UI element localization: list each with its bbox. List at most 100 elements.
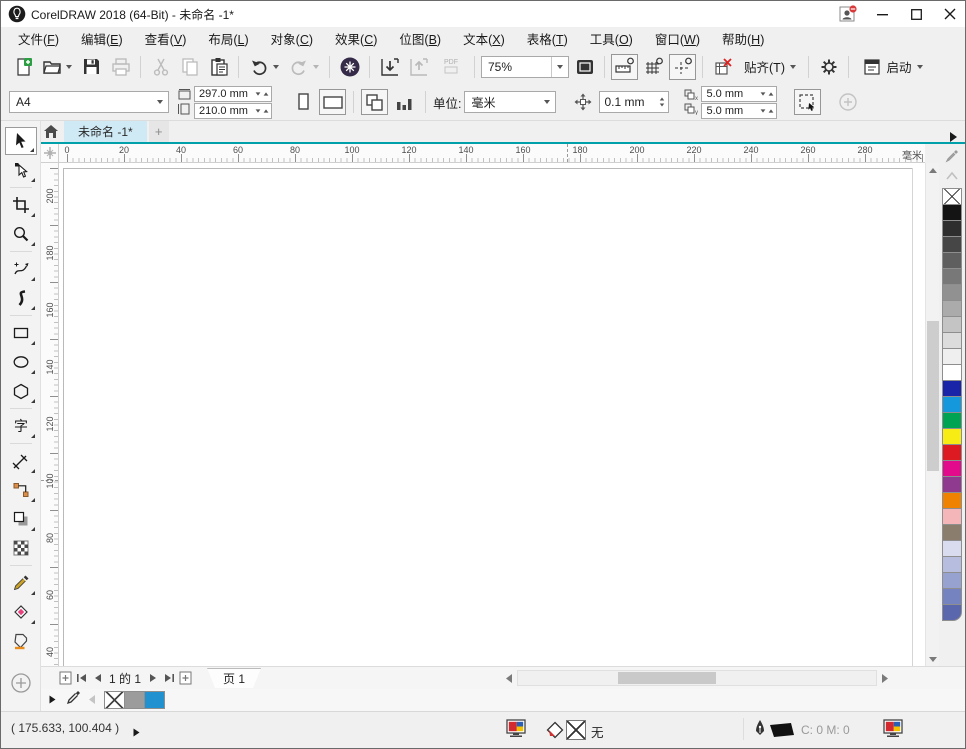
menu-C-对象[interactable]: 对象(C) [260,26,324,51]
show-guidelines-toggle[interactable] [669,54,696,80]
snap-off-icon[interactable] [709,54,736,80]
docpalette-eyedropper-icon[interactable] [66,690,81,710]
first-page-button[interactable] [73,669,89,687]
palette-swatch-white[interactable] [942,364,962,381]
previous-page-button[interactable] [89,669,105,687]
undo-button[interactable] [245,54,283,80]
crop-tool[interactable] [5,191,37,219]
vertical-scrollbar[interactable] [925,163,939,666]
color-management-icon[interactable] [883,719,903,743]
artistic-media-tool[interactable] [5,284,37,312]
add-page-before-button[interactable] [57,669,73,687]
nudge-offset-field[interactable]: 0.1 mm [599,91,669,113]
scroll-right-arrow[interactable] [877,669,893,687]
palette-swatch-pink[interactable] [942,508,962,525]
palette-swatch-purple[interactable] [942,476,962,493]
page-width-field[interactable]: 297.0 mm [194,86,272,102]
palette-swatch-cyan[interactable] [942,396,962,413]
menu-L-布局[interactable]: 布局(L) [197,26,259,51]
menu-V-查看[interactable]: 查看(V) [134,26,198,51]
menu-W-窗口[interactable]: 窗口(W) [644,26,711,51]
show-grid-toggle[interactable] [640,54,667,80]
minimize-button[interactable] [865,2,899,26]
palette-swatch-pale-periwinkle[interactable] [942,540,962,557]
horizontal-scroll-thumb[interactable] [618,672,716,684]
palette-swatch-70%-black[interactable] [942,252,962,269]
document-palette-swatch-blue[interactable] [144,691,165,709]
export-button[interactable] [405,54,432,80]
horizontal-scrollbar[interactable] [501,669,937,687]
polygon-tool[interactable] [5,377,37,405]
palette-swatch-dark-periwinkle[interactable] [942,588,962,605]
parallel-dimension-tool[interactable] [5,447,37,475]
scroll-up-arrow[interactable] [926,163,940,177]
document-palette-swatch-gray[interactable] [124,691,145,709]
palette-swatch-80%-black[interactable] [942,236,962,253]
treat-as-filled-toggle[interactable] [794,89,821,115]
drop-shadow-tool[interactable] [5,505,37,533]
palette-swatch-magenta[interactable] [942,460,962,477]
save-button[interactable] [78,54,105,80]
page-size-combo[interactable]: A4 [9,91,169,113]
statusbar-flyout-arrow[interactable] [133,724,140,742]
menu-H-帮助[interactable]: 帮助(H) [711,26,775,51]
smart-fill-tool[interactable] [5,627,37,655]
redo-button[interactable] [285,54,323,80]
paste-button[interactable] [205,54,232,80]
freehand-tool[interactable] [5,255,37,283]
connector-tool[interactable] [5,476,37,504]
fill-none-swatch[interactable] [566,720,586,740]
new-document-button[interactable] [9,54,36,80]
page-color-proof-icon[interactable] [506,719,526,743]
palette-swatch-no-color[interactable] [942,188,962,205]
duplicate-y-field[interactable]: 5.0 mm [701,103,777,119]
close-button[interactable] [933,2,966,26]
horizontal-ruler[interactable]: 毫米 0204060801001201401601802002202402602… [59,144,925,163]
page-height-field[interactable]: 210.0 mm [194,103,272,119]
add-property-button[interactable] [834,89,861,115]
rectangle-tool[interactable] [5,319,37,347]
fill-icon[interactable] [546,721,564,744]
palette-swatch-black[interactable] [942,204,962,221]
snap-to-dropdown[interactable]: 贴齐(T) [738,54,802,80]
palette-eyedropper-icon[interactable] [945,149,959,168]
docpalette-scroll-left-icon[interactable] [89,691,95,709]
palette-swatch-90%-black[interactable] [942,220,962,237]
transparency-tool[interactable] [5,534,37,562]
palette-swatch-50%-black[interactable] [942,284,962,301]
horizontal-scroll-track[interactable] [517,670,877,686]
palette-swatch-light-periwinkle[interactable] [942,556,962,573]
interactive-fill-tool[interactable] [5,598,37,626]
menu-F-文件[interactable]: 文件(F) [7,26,70,51]
palette-swatch-yellow[interactable] [942,428,962,445]
palette-swatch-orange[interactable] [942,492,962,509]
ruler-origin-corner[interactable] [41,144,59,163]
document-palette-swatch-no-color[interactable] [104,691,125,709]
cut-button[interactable] [147,54,174,80]
palette-swatch-green[interactable] [942,412,962,429]
palette-flyout-arrow[interactable] [949,129,957,147]
fullscreen-preview-button[interactable] [571,54,598,80]
current-page-size-button[interactable] [391,89,418,115]
color-eyedropper-tool[interactable] [5,569,37,597]
palette-swatch-red[interactable] [942,444,962,461]
portrait-orientation-button[interactable] [289,89,316,115]
palette-swatch-30%-black[interactable] [942,316,962,333]
landscape-orientation-button[interactable] [319,89,346,115]
document-tab-active[interactable]: 未命名 -1* [64,121,147,142]
all-pages-size-button[interactable] [361,89,388,115]
print-button[interactable] [107,54,134,80]
palette-swatch-60%-black[interactable] [942,268,962,285]
scroll-left-arrow[interactable] [501,669,517,687]
palette-swatch-indigo[interactable] [942,604,962,621]
outline-pen-icon[interactable] [753,719,767,744]
docpalette-flyout-arrow[interactable] [49,691,56,709]
publish-to-pdf-button[interactable]: PDF [434,54,468,80]
launch-dropdown[interactable]: 启动 [855,54,931,80]
page-tab[interactable]: 页 1 [207,668,261,688]
drawing-canvas[interactable] [59,163,925,666]
menu-E-编辑[interactable]: 编辑(E) [70,26,134,51]
show-rulers-toggle[interactable] [611,54,638,80]
duplicate-x-field[interactable]: 5.0 mm [701,86,777,102]
text-tool[interactable]: 字 [5,412,37,440]
